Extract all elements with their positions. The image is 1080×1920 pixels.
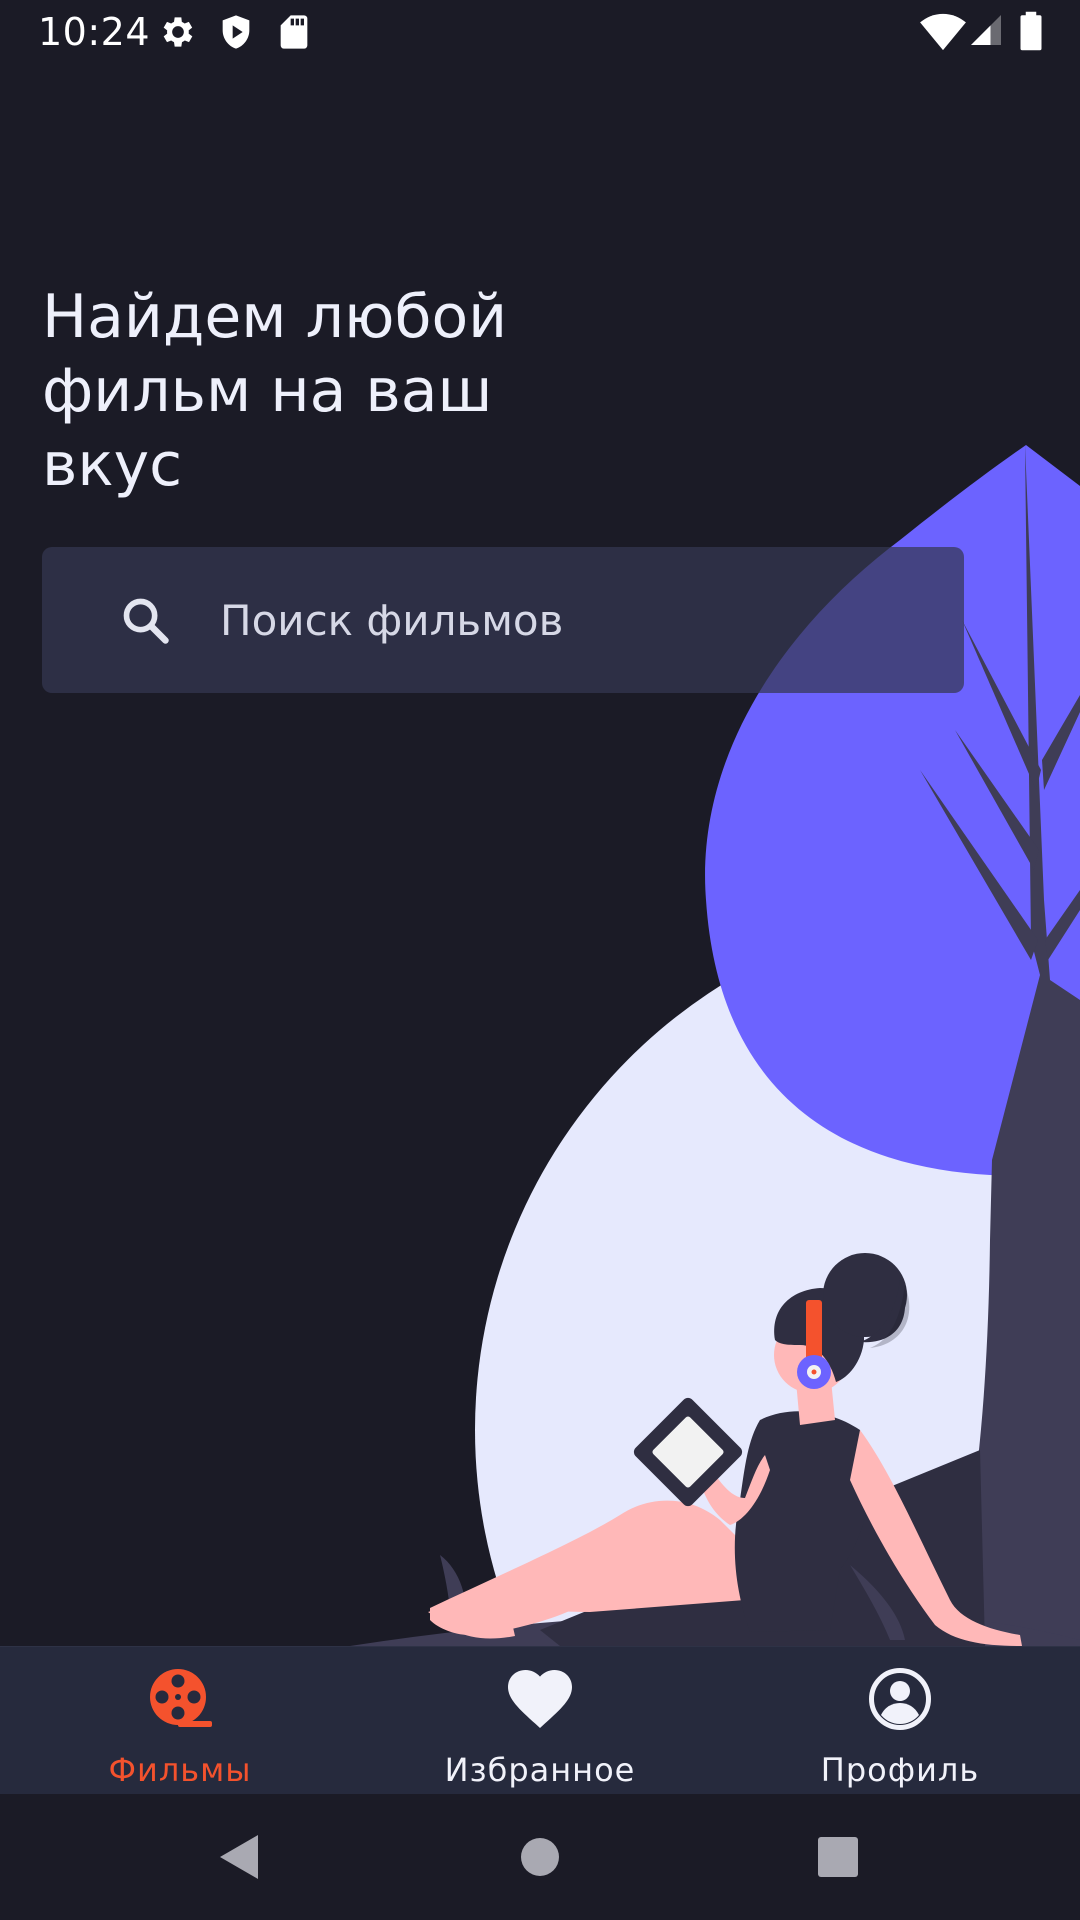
sd-card-icon bbox=[280, 15, 308, 49]
app-screen: 10:24 Найдем любой фильм на ваш вкус Пои… bbox=[0, 0, 1080, 1920]
nav-label-favorites: Избранное bbox=[444, 1751, 636, 1789]
search-bar[interactable] bbox=[42, 547, 964, 693]
status-bar: 10:24 bbox=[0, 0, 1080, 64]
home-icon[interactable] bbox=[512, 1829, 568, 1885]
profile-icon bbox=[869, 1668, 931, 1730]
headphone-ear-dot bbox=[811, 1369, 817, 1375]
heart-icon bbox=[508, 1670, 572, 1728]
nav-item-profile[interactable]: Профиль bbox=[720, 1647, 1080, 1795]
search-input[interactable] bbox=[180, 547, 940, 693]
gear-icon bbox=[163, 17, 193, 47]
recents-icon[interactable] bbox=[810, 1829, 866, 1885]
shield-icon bbox=[222, 15, 250, 49]
headphone-band bbox=[806, 1300, 822, 1360]
search-icon bbox=[123, 598, 169, 644]
bottom-navigation: Фильмы Избранное Профиль bbox=[0, 1646, 1080, 1795]
nav-label-films: Фильмы bbox=[108, 1751, 252, 1789]
status-time: 10:24 bbox=[38, 10, 151, 54]
nav-item-favorites[interactable]: Избранное bbox=[360, 1647, 720, 1795]
nav-item-films[interactable]: Фильмы bbox=[0, 1647, 360, 1795]
cell-signal-icon bbox=[971, 15, 1001, 45]
film-reel-icon bbox=[150, 1669, 212, 1727]
system-navigation-bar bbox=[0, 1794, 1080, 1920]
battery-icon bbox=[1020, 11, 1042, 51]
nav-label-profile: Профиль bbox=[820, 1751, 980, 1789]
wifi-icon bbox=[920, 13, 966, 51]
page-title: Найдем любой фильм на ваш вкус bbox=[42, 282, 508, 500]
back-icon[interactable] bbox=[212, 1829, 268, 1885]
